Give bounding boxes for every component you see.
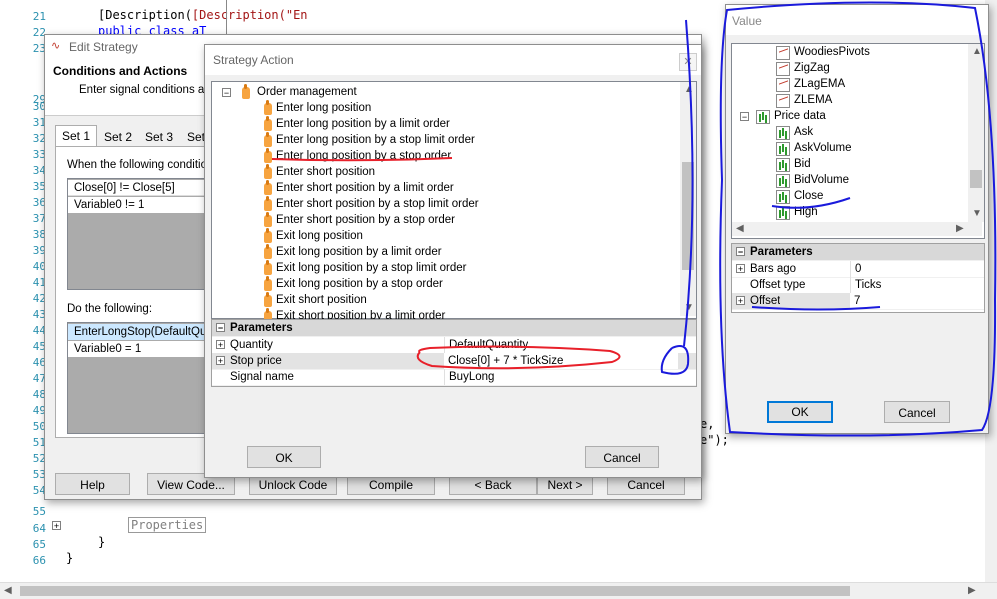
red-circle-annotation [416, 345, 621, 370]
annotation-layer [271, 1, 997, 437]
blue-outline-annotation [719, 1, 997, 437]
blue-loop-annotation [660, 345, 690, 375]
red-underline-annotation [271, 157, 453, 162]
blue-close-underline [771, 197, 851, 209]
blue-offset-underline [751, 306, 881, 311]
blue-connector-annotation [683, 19, 694, 347]
